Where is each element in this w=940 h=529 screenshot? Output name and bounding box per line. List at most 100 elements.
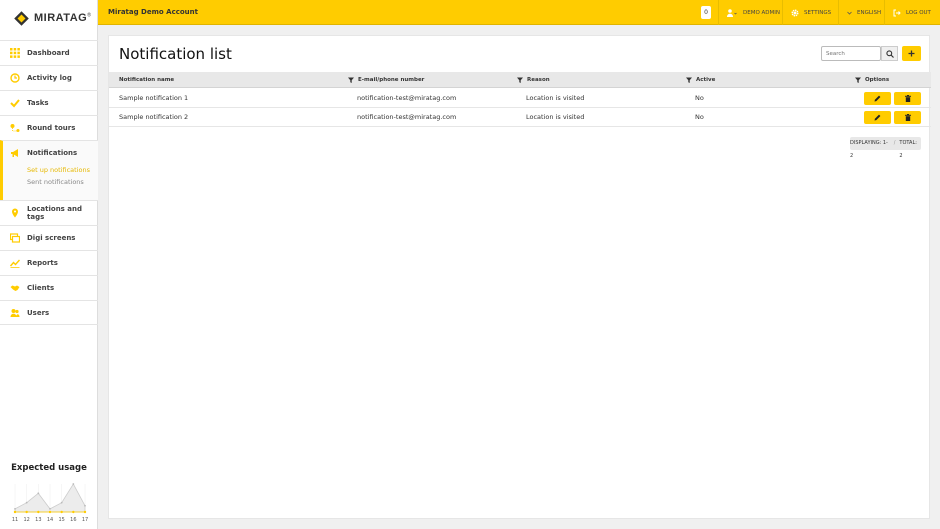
edit-button[interactable]	[864, 92, 891, 105]
edit-button[interactable]	[864, 111, 891, 124]
chevron-down-icon	[847, 11, 852, 15]
sidebar-item-clients[interactable]: Clients	[0, 275, 98, 300]
pager-total: TOTAL: 2	[899, 140, 917, 159]
logo[interactable]: MIRATAG®	[0, 0, 97, 36]
notification-count-badge[interactable]: 0	[701, 6, 711, 19]
sidebar-item-digi-screens[interactable]: Digi screens	[0, 225, 98, 250]
usage-baseline-point	[83, 510, 87, 514]
user-menu[interactable]: DEMO ADMIN	[718, 0, 780, 25]
usage-x-tick-label: 14	[47, 517, 53, 523]
sidebar-item-round-tours[interactable]: Round tours	[0, 115, 98, 140]
sidebar-item-label: Locations and tags	[27, 205, 83, 221]
user-icon	[727, 8, 738, 17]
column-header-email-phone[interactable]: E-mail/phone number	[348, 72, 424, 88]
sidebar-item-label: Clients	[27, 284, 55, 292]
sidebar: MIRATAG® Dashboard Activity log Tasks Ro…	[0, 0, 98, 529]
sidebar-item-label: Tasks	[27, 99, 49, 107]
sidebar-item-notifications[interactable]: Notifications	[0, 140, 98, 165]
subnav-set-up-notifications[interactable]: Set up notifications	[3, 164, 98, 176]
usage-x-tick-label: 16	[70, 517, 76, 523]
table-row[interactable]: Sample notification 2 notification-test@…	[109, 108, 931, 127]
sidebar-item-tasks[interactable]: Tasks	[0, 90, 98, 115]
grid-icon	[10, 48, 20, 58]
clock-icon	[10, 73, 20, 83]
search-input[interactable]	[821, 46, 881, 61]
delete-button[interactable]	[894, 111, 921, 124]
table-header: Notification name E-mail/phone number Re…	[109, 72, 931, 88]
cell-reason: Location is visited	[526, 113, 585, 121]
subnav-sent-notifications[interactable]: Sent notifications	[3, 176, 98, 188]
language-selector[interactable]: ENGLISH	[838, 0, 881, 25]
usage-point	[49, 507, 51, 510]
usage-point	[14, 507, 16, 510]
megaphone-icon	[10, 148, 20, 158]
column-header-reason[interactable]: Reason	[517, 72, 550, 88]
usage-baseline-point	[60, 510, 63, 514]
cell-active: No	[695, 113, 704, 121]
sidebar-item-label: Reports	[27, 259, 58, 267]
add-notification-button[interactable]	[902, 46, 921, 61]
logout-icon	[893, 9, 901, 17]
sidebar-item-dashboard[interactable]: Dashboard	[0, 40, 98, 65]
usage-baseline-point	[48, 510, 52, 514]
sidebar-item-reports[interactable]: Reports	[0, 250, 98, 275]
main-panel: Notification list Notification name E-ma…	[108, 35, 931, 519]
column-header-active[interactable]: Active	[686, 72, 715, 88]
usage-point	[84, 504, 86, 507]
usage-x-tick-label: 15	[58, 517, 64, 523]
expected-usage-title: Expected usage	[11, 463, 87, 473]
filter-icon	[517, 77, 523, 83]
usage-x-tick-label: 11	[12, 517, 18, 523]
usage-point	[37, 492, 40, 495]
handshake-icon	[10, 283, 20, 293]
delete-button[interactable]	[894, 92, 921, 105]
usage-point	[72, 483, 75, 485]
pager-separator: /	[893, 140, 896, 146]
cell-reason: Location is visited	[526, 94, 585, 102]
miratag-logo-icon	[14, 10, 29, 26]
expected-usage-chart: 11 12 13 14 15 16 17	[12, 483, 88, 523]
logout-link[interactable]: LOG OUT	[884, 0, 931, 25]
chart-icon	[10, 258, 20, 268]
trash-icon	[904, 114, 911, 121]
sidebar-item-label: Dashboard	[27, 49, 70, 57]
pager-displaying: DISPLAYING: 1-2	[850, 140, 888, 159]
cell-notification-name: Sample notification 1	[119, 94, 189, 102]
pencil-icon	[874, 114, 881, 121]
page-title: Notification list	[119, 45, 232, 63]
users-icon	[10, 308, 20, 318]
column-header-options[interactable]: Options	[855, 72, 889, 88]
cell-active: No	[695, 94, 704, 102]
search-button[interactable]	[881, 46, 898, 61]
filter-icon	[686, 77, 692, 83]
sidebar-item-label: Activity log	[27, 74, 72, 82]
sidebar-item-activity-log[interactable]: Activity log	[0, 65, 98, 90]
usage-baseline-point	[25, 510, 28, 514]
usage-x-tick-label: 13	[35, 517, 41, 523]
top-bar: Miratag Demo Account 0 DEMO ADMIN SETTIN…	[98, 0, 940, 25]
sidebar-item-locations-and-tags[interactable]: Locations and tags	[0, 200, 98, 225]
usage-point	[25, 501, 28, 504]
column-header-notification-name[interactable]: Notification name	[119, 72, 174, 88]
route-icon	[10, 123, 20, 133]
usage-baseline-point	[37, 510, 40, 514]
search-icon	[885, 49, 894, 58]
logo-text: MIRATAG®	[34, 12, 92, 24]
logout-label: LOG OUT	[906, 9, 931, 16]
usage-baseline-point	[13, 510, 17, 514]
trash-icon	[904, 95, 911, 102]
cell-contact: notification-test@miratag.com	[357, 94, 457, 102]
sidebar-item-label: Round tours	[27, 124, 76, 132]
settings-link[interactable]: SETTINGS	[782, 0, 831, 25]
filter-icon	[348, 77, 354, 83]
sidebar-item-label: Users	[27, 308, 50, 317]
sidebar-item-label: Digi screens	[27, 234, 76, 242]
check-icon	[10, 98, 20, 108]
language-label: ENGLISH	[857, 9, 882, 16]
cell-notification-name: Sample notification 2	[119, 113, 189, 121]
table-row[interactable]: Sample notification 1 notification-test@…	[109, 89, 931, 108]
pagination-summary: DISPLAYING: 1-2 / TOTAL: 2	[850, 137, 921, 159]
usage-baseline-point	[72, 510, 75, 514]
sidebar-item-users[interactable]: Users	[0, 300, 98, 325]
cell-contact: notification-test@miratag.com	[357, 113, 457, 121]
